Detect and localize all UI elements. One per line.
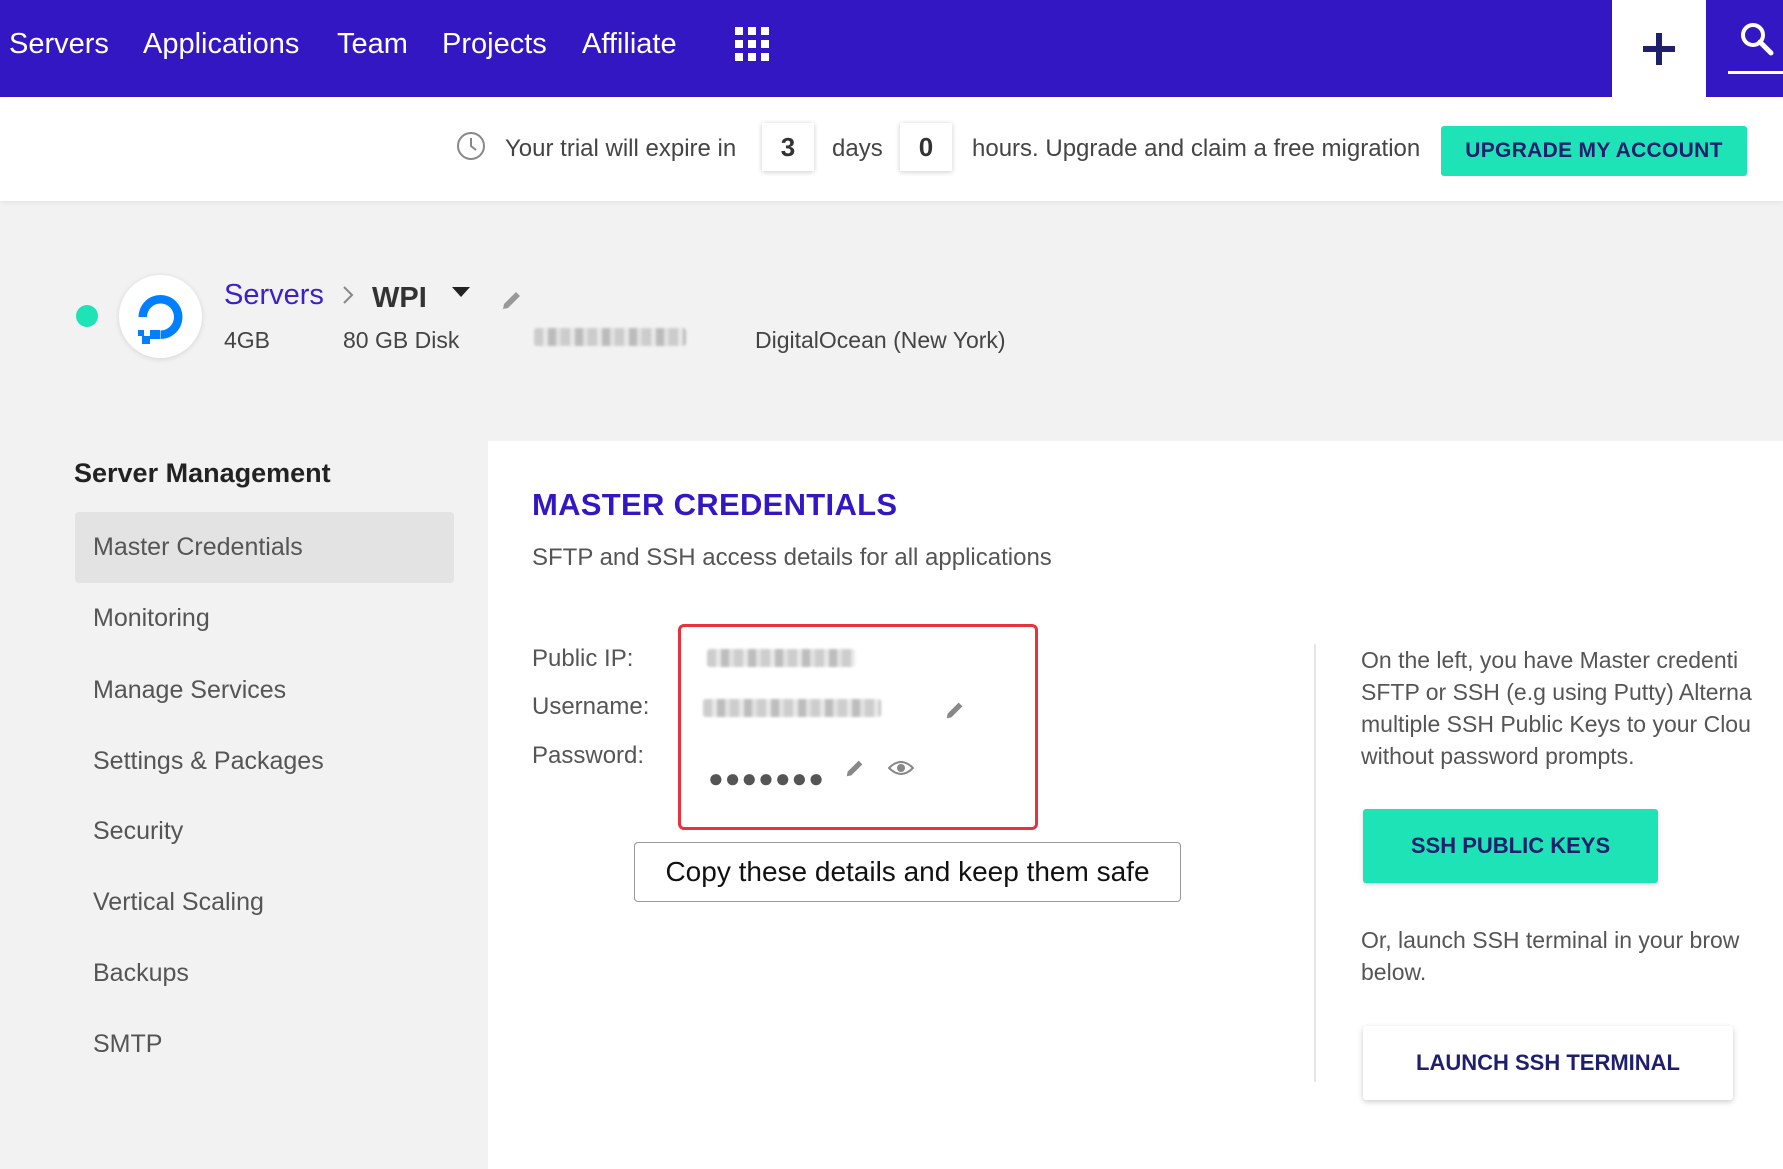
password-label: Password: [532,742,645,769]
launch-ssh-terminal-button[interactable]: LAUNCH SSH TERMINAL [1363,1026,1733,1100]
trial-prefix: Your trial will expire in [505,135,737,162]
trial-bar: Your trial will expire in 3 days 0 hours… [0,97,1783,201]
pencil-icon[interactable] [500,288,524,312]
search-icon [1741,23,1774,56]
server-ip-redacted [534,328,686,346]
nav-affiliate[interactable]: Affiliate [582,28,677,61]
server-provider: DigitalOcean (New York) [755,327,1006,353]
public-ip-label: Public IP: [532,645,634,672]
digitalocean-logo [119,275,202,358]
page-subtitle: SFTP and SSH access details for all appl… [532,544,1052,571]
master-credentials-panel: MASTER CREDENTIALS SFTP and SSH access d… [488,441,1783,1169]
page-title: MASTER CREDENTIALS [532,487,898,522]
sidebar-item-backups[interactable]: Backups [75,938,454,1009]
server-ram: 4GB [224,327,271,353]
sidebar-item-manage-services[interactable]: Manage Services [75,655,454,726]
sidebar-item-security[interactable]: Security [75,796,454,867]
username-label: Username: [532,693,650,720]
server-status-indicator [76,305,98,327]
nav-applications[interactable]: Applications [143,28,299,61]
chevron-down-icon[interactable] [452,287,470,297]
top-nav: Servers Applications Team Projects Affil… [0,0,1783,97]
nav-servers[interactable]: Servers [9,28,109,61]
copy-details-callout: Copy these details and keep them safe [634,842,1181,902]
credentials-highlight-box [678,624,1038,830]
nav-team[interactable]: Team [337,28,408,61]
ssh-keys-info-text: On the left, you have Master credenti SF… [1361,647,1752,769]
clock-icon [457,132,485,160]
trial-days-value: 3 [762,123,814,171]
plus-icon [1643,32,1675,65]
add-button[interactable] [1612,0,1706,97]
breadcrumb-servers[interactable]: Servers [224,279,324,312]
nav-projects[interactable]: Projects [442,28,547,61]
ssh-terminal-info-text: Or, launch SSH terminal in your brow bel… [1361,927,1740,985]
server-disk: 80 GB Disk [343,327,460,353]
upgrade-account-button[interactable]: UPGRADE MY ACCOUNT [1441,126,1747,176]
trial-hours-suffix: hours. Upgrade and claim a free migratio… [972,135,1421,162]
ssh-public-keys-button[interactable]: SSH PUBLIC KEYS [1363,809,1658,883]
trial-hours-value: 0 [900,123,952,171]
trial-days-label: days [832,135,883,162]
chevron-right-icon [343,286,354,304]
sidebar-item-settings-packages[interactable]: Settings & Packages [75,726,454,797]
search-button[interactable] [1728,22,1783,74]
sidebar-item-vertical-scaling[interactable]: Vertical Scaling [75,867,454,938]
vertical-divider [1314,644,1316,1082]
server-name: WPI [372,282,427,314]
sidebar-item-master-credentials[interactable]: Master Credentials [75,512,454,583]
apps-grid-icon[interactable] [735,27,769,61]
sidebar-item-monitoring[interactable]: Monitoring [75,583,454,654]
sidebar-title: Server Management [74,458,331,488]
sidebar-item-smtp[interactable]: SMTP [75,1009,454,1080]
